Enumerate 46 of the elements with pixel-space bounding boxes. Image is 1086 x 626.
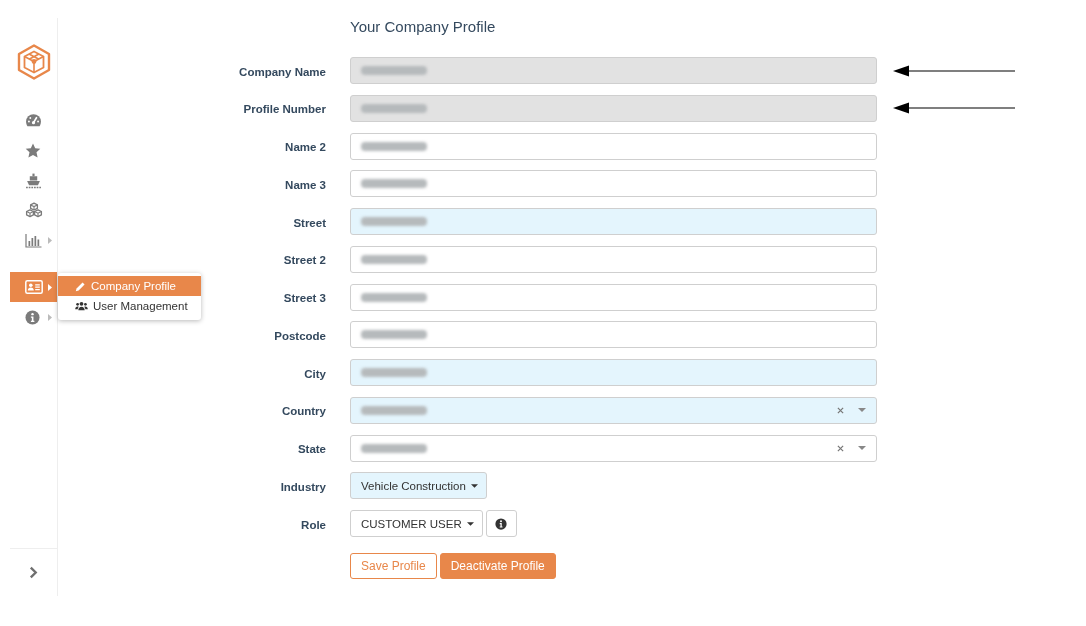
text-field[interactable] [350, 283, 877, 311]
info-icon [495, 517, 508, 530]
dropdown-button[interactable]: CUSTOMER USER [350, 510, 483, 537]
boxes-icon [25, 202, 43, 218]
id-card-icon [25, 280, 43, 294]
text-field[interactable] [350, 245, 877, 273]
text-field[interactable] [350, 208, 877, 235]
menu-item[interactable]: User Management [58, 296, 201, 316]
field-label: Profile Number [243, 103, 326, 116]
bar-chart-icon [25, 232, 42, 248]
field-label: Name 3 [285, 178, 326, 191]
field-label: Name 2 [285, 141, 326, 153]
caret-down-icon [466, 521, 474, 526]
field-label: Street 2 [283, 254, 326, 267]
field-label: Role [301, 518, 326, 531]
text-field[interactable] [350, 170, 877, 198]
text-field[interactable] [350, 132, 877, 160]
caret-down-icon [470, 483, 478, 488]
clear-icon[interactable] [837, 406, 844, 414]
dropdown-button[interactable]: Vehicle Construction [350, 472, 487, 500]
text-field[interactable] [350, 359, 877, 386]
field-label: City [304, 367, 326, 380]
nav-item[interactable] [10, 272, 57, 302]
dashboard-icon [25, 112, 42, 128]
select-field[interactable] [350, 434, 877, 462]
field-label: Street [293, 216, 326, 229]
caret-down-icon [858, 446, 866, 450]
logo-icon [16, 44, 51, 80]
field-label: State [297, 443, 326, 455]
field-label: Industry [280, 480, 326, 493]
select-field[interactable] [350, 396, 877, 424]
field-label: Postcode [274, 329, 326, 342]
ship-icon [25, 171, 42, 189]
info-icon [25, 309, 40, 325]
users-icon [75, 301, 88, 311]
star-icon [25, 142, 41, 158]
field-label: Country [281, 405, 326, 418]
caret-down-icon [858, 408, 866, 413]
info-button[interactable] [485, 510, 517, 537]
clear-icon[interactable] [837, 444, 844, 452]
page-title: Your Company Profile [350, 18, 496, 35]
chevron-right-icon[interactable] [29, 566, 38, 579]
pencil-icon [75, 280, 86, 292]
field-label: Company Name [239, 65, 326, 78]
text-field[interactable] [350, 321, 877, 349]
field-label: Street 3 [283, 292, 326, 304]
